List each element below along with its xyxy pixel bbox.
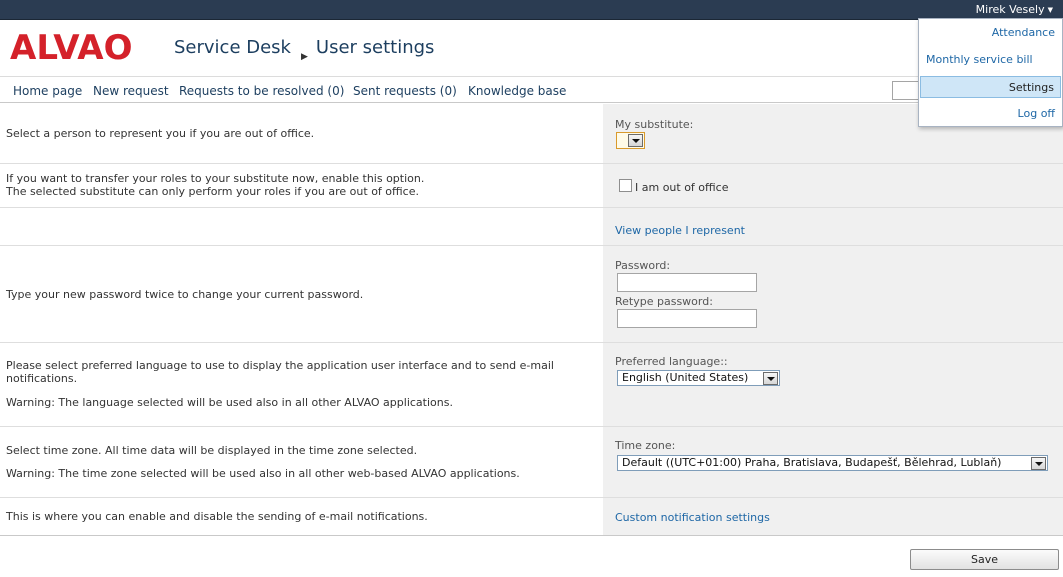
- main-nav: Home page New request Requests to be res…: [0, 78, 1063, 103]
- timezone-description-cell: Select time zone. All time data will be …: [0, 427, 603, 497]
- language-label: Preferred language::: [615, 355, 728, 368]
- language-warning: Warning: The language selected will be u…: [6, 396, 453, 409]
- timezone-warning: Warning: The time zone selected will be …: [6, 467, 520, 480]
- out-of-office-description-cell: If you want to transfer your roles to yo…: [0, 164, 603, 207]
- timezone-description: Select time zone. All time data will be …: [6, 444, 418, 457]
- user-name: Mirek Vesely: [975, 3, 1045, 16]
- substitute-description-cell: Select a person to represent you if you …: [0, 104, 603, 163]
- out-of-office-checkbox[interactable]: [619, 179, 632, 192]
- notifications-description: This is where you can enable and disable…: [6, 510, 428, 523]
- menu-item-settings[interactable]: Settings: [920, 76, 1061, 98]
- dropdown-arrow-icon[interactable]: [763, 372, 778, 385]
- timezone-control-cell: Time zone: Default ((UTC+01:00) Praha, B…: [603, 427, 1063, 497]
- substitute-description: Select a person to represent you if you …: [6, 127, 315, 140]
- timezone-label: Time zone:: [615, 439, 676, 452]
- retype-password-field[interactable]: [617, 309, 757, 328]
- language-select[interactable]: English (United States): [617, 370, 780, 386]
- menu-item-settings-label: Settings: [1008, 81, 1054, 94]
- password-field[interactable]: [617, 273, 757, 292]
- timezone-select-value: Default ((UTC+01:00) Praha, Bratislava, …: [622, 456, 1002, 469]
- custom-notification-settings-link[interactable]: Custom notification settings: [615, 511, 770, 524]
- save-button[interactable]: Save: [910, 549, 1059, 570]
- language-control-cell: Preferred language:: English (United Sta…: [603, 343, 1063, 426]
- menu-item-log-off-label: Log off: [1017, 107, 1055, 120]
- language-row: Please select preferred language to use …: [0, 343, 1063, 427]
- dropdown-arrow-icon[interactable]: [628, 134, 643, 147]
- substitute-row: Select a person to represent you if you …: [0, 104, 1063, 164]
- view-people-i-represent-link[interactable]: View people I represent: [615, 224, 745, 237]
- timezone-row: Select time zone. All time data will be …: [0, 427, 1063, 498]
- out-of-office-control-cell: I am out of office: [603, 164, 1063, 207]
- breadcrumb: Service Desk ▶ User settings: [174, 37, 435, 62]
- menu-item-monthly-service-bill-label: Monthly service bill: [926, 53, 1033, 66]
- password-description: Type your new password twice to change y…: [6, 288, 364, 301]
- language-description-cell: Please select preferred language to use …: [0, 343, 603, 426]
- represent-row: View people I represent: [0, 208, 1063, 246]
- out-of-office-label: I am out of office: [635, 181, 729, 194]
- breadcrumb-app[interactable]: Service Desk: [174, 37, 291, 58]
- dropdown-arrow-icon[interactable]: [1031, 457, 1046, 470]
- substitute-label: My substitute:: [615, 118, 694, 131]
- nav-knowledge-base[interactable]: Knowledge base: [468, 84, 566, 98]
- nav-requests-to-be-resolved[interactable]: Requests to be resolved (0): [179, 84, 344, 98]
- menu-item-attendance[interactable]: Attendance: [920, 22, 1061, 44]
- password-description-cell: Type your new password twice to change y…: [0, 246, 603, 342]
- alvao-logo[interactable]: ALVAO: [10, 29, 133, 67]
- password-row: Type your new password twice to change y…: [0, 246, 1063, 343]
- menu-item-attendance-label: Attendance: [991, 26, 1055, 39]
- menu-item-monthly-service-bill[interactable]: Monthly service bill: [920, 49, 1061, 71]
- notifications-row: This is where you can enable and disable…: [0, 498, 1063, 536]
- nav-sent-requests[interactable]: Sent requests (0): [353, 84, 457, 98]
- caret-down-icon: ▼: [1047, 6, 1053, 14]
- password-label: Password:: [615, 259, 671, 272]
- substitute-select[interactable]: [616, 132, 645, 149]
- user-dropdown-menu: Attendance Monthly service bill Settings…: [918, 18, 1063, 127]
- top-bar: Mirek Vesely ▼: [0, 0, 1063, 20]
- breadcrumb-arrow-icon: ▶: [300, 52, 308, 62]
- out-of-office-description-line1: If you want to transfer your roles to yo…: [6, 172, 425, 185]
- represent-control-cell: View people I represent: [603, 208, 1063, 245]
- timezone-select[interactable]: Default ((UTC+01:00) Praha, Bratislava, …: [617, 455, 1048, 471]
- page-header: ALVAO Service Desk ▶ User settings: [0, 21, 1063, 77]
- menu-item-log-off[interactable]: Log off: [920, 103, 1061, 125]
- user-menu-trigger[interactable]: Mirek Vesely ▼: [976, 3, 1053, 16]
- out-of-office-row: If you want to transfer your roles to yo…: [0, 164, 1063, 208]
- notifications-control-cell: Custom notification settings: [603, 498, 1063, 535]
- page-title: User settings: [315, 37, 435, 58]
- nav-home-page[interactable]: Home page: [13, 84, 82, 98]
- represent-description-cell: [0, 208, 603, 245]
- nav-new-request[interactable]: New request: [93, 84, 169, 98]
- password-control-cell: Password: Retype password:: [603, 246, 1063, 342]
- language-description-line1: Please select preferred language to use …: [6, 359, 554, 372]
- language-select-value: English (United States): [622, 371, 749, 384]
- language-description-line2: notifications.: [6, 372, 78, 385]
- notifications-description-cell: This is where you can enable and disable…: [0, 498, 603, 535]
- out-of-office-description-line2: The selected substitute can only perform…: [6, 185, 419, 198]
- retype-password-label: Retype password:: [615, 295, 713, 308]
